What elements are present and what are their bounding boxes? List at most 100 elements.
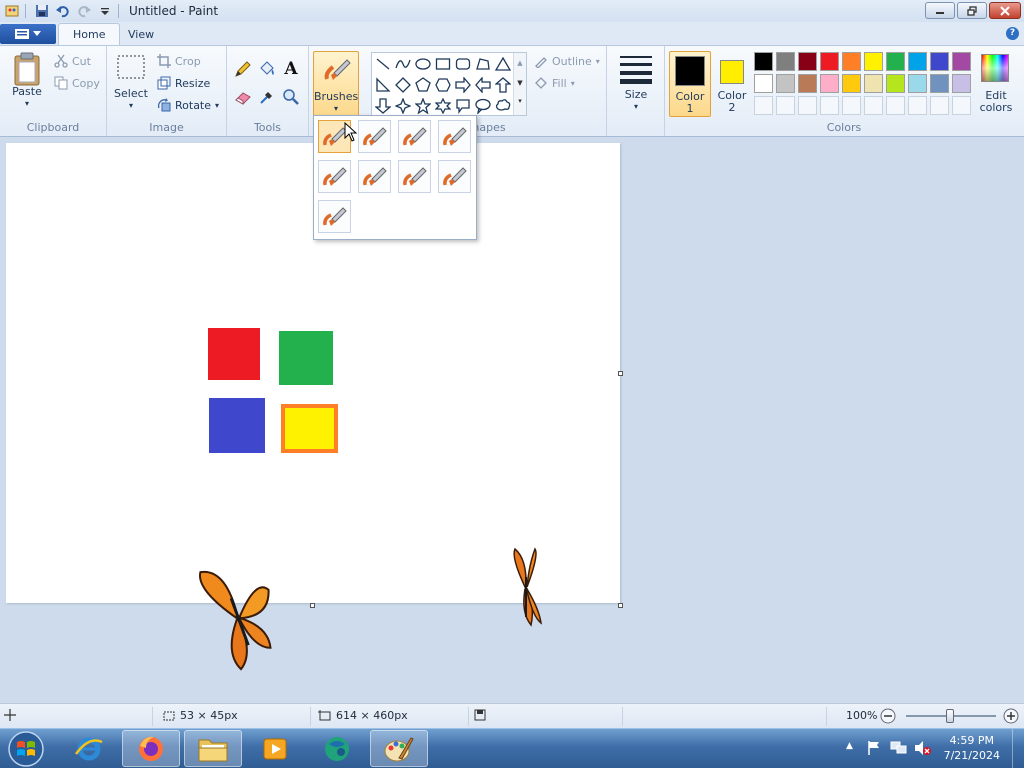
palette-swatch[interactable] [908,52,927,71]
palette-swatch[interactable] [864,74,883,93]
save-icon[interactable] [33,2,51,20]
taskbar-clock[interactable]: 4:59 PM 7/21/2024 [944,733,1000,763]
expand-gallery-icon[interactable]: ▾ [514,93,526,109]
custom-color-slot[interactable] [930,96,949,115]
four-point-star-shape-icon[interactable] [393,96,412,115]
restore-button[interactable] [957,2,987,19]
redo-icon[interactable] [75,2,93,20]
palette-swatch[interactable] [864,52,883,71]
triangle-shape-icon[interactable] [493,54,512,73]
custom-color-slot[interactable] [886,96,905,115]
palette-swatch[interactable] [754,74,773,93]
palette-swatch[interactable] [754,52,773,71]
undo-icon[interactable] [54,2,72,20]
cut-button[interactable]: Cut [54,54,91,68]
show-hidden-icons-icon[interactable]: ▲ [846,741,853,751]
brush-option[interactable] [358,160,391,193]
palette-swatch[interactable] [798,74,817,93]
size-button[interactable]: Size ▾ [618,54,654,113]
resize-button[interactable]: Resize [157,76,210,90]
brushes-button[interactable]: Brushes ▾ [313,51,359,117]
taskbar-firefox[interactable] [122,730,180,767]
diamond-shape-icon[interactable] [393,75,412,94]
custom-color-slot[interactable] [952,96,971,115]
rectangle-shape-icon[interactable] [433,54,452,73]
rounded-callout-shape-icon[interactable] [453,96,472,115]
paint-menu-button[interactable] [0,24,56,44]
brush-option[interactable] [398,120,431,153]
palette-swatch[interactable] [930,74,949,93]
close-button[interactable] [989,2,1021,19]
color2-button[interactable]: Color 2 [715,51,749,117]
palette-swatch[interactable] [798,52,817,71]
taskbar-media-player[interactable] [246,730,304,767]
shapes-scrollbar[interactable]: ▲ ▼ ▾ [513,53,526,115]
outline-button[interactable]: Outline ▾ [534,54,600,68]
five-point-star-shape-icon[interactable] [413,96,432,115]
palette-swatch[interactable] [776,52,795,71]
palette-swatch[interactable] [820,52,839,71]
color-picker-icon[interactable] [256,86,278,108]
scroll-up-icon[interactable]: ▲ [514,53,526,73]
custom-color-slot[interactable] [842,96,861,115]
action-center-flag-icon[interactable] [866,740,882,759]
custom-color-slot[interactable] [754,96,773,115]
palette-swatch[interactable] [952,74,971,93]
oval-shape-icon[interactable] [413,54,432,73]
zoom-slider-thumb[interactable] [946,709,954,723]
taskbar-internet-explorer[interactable] [60,730,118,767]
eraser-icon[interactable] [232,86,254,108]
resize-handle-bottom[interactable] [310,603,315,608]
palette-swatch[interactable] [930,52,949,71]
zoom-in-button[interactable] [1003,708,1019,724]
zoom-out-button[interactable] [880,708,896,724]
palette-swatch[interactable] [842,74,861,93]
resize-handle-corner[interactable] [618,603,623,608]
palette-swatch[interactable] [952,52,971,71]
start-button[interactable] [6,730,46,768]
curve-shape-icon[interactable] [393,54,412,73]
taskbar-app[interactable] [308,730,366,767]
tab-home[interactable]: Home [58,23,121,45]
help-icon[interactable]: ? [1006,27,1019,40]
pentagon-shape-icon[interactable] [413,75,432,94]
palette-swatch[interactable] [886,52,905,71]
brush-option[interactable] [398,160,431,193]
rotate-button[interactable]: Rotate ▾ [157,98,219,112]
custom-color-slot[interactable] [776,96,795,115]
down-arrow-shape-icon[interactable] [373,96,392,115]
brush-option[interactable] [358,120,391,153]
brush-option[interactable] [318,160,351,193]
palette-swatch[interactable] [886,74,905,93]
oval-callout-shape-icon[interactable] [473,96,492,115]
copy-button[interactable]: Copy [54,76,100,90]
custom-color-slot[interactable] [864,96,883,115]
minimize-button[interactable] [925,2,955,19]
magnifier-icon[interactable] [280,86,302,108]
paint-app-icon[interactable] [3,2,21,20]
color1-button[interactable]: Color 1 [669,51,711,117]
hexagon-shape-icon[interactable] [433,75,452,94]
brush-option[interactable] [318,200,351,233]
fill-button[interactable]: Fill ▾ [534,76,575,90]
crop-button[interactable]: Crop [157,54,201,68]
palette-swatch[interactable] [842,52,861,71]
left-arrow-shape-icon[interactable] [473,75,492,94]
polygon-shape-icon[interactable] [473,54,492,73]
customize-quick-access-icon[interactable] [96,2,114,20]
taskbar-file-explorer[interactable] [184,730,242,767]
show-desktop-button[interactable] [1012,729,1024,768]
right-arrow-shape-icon[interactable] [453,75,472,94]
fill-bucket-icon[interactable] [256,58,278,80]
edit-colors-button[interactable]: Edit colors [976,52,1016,118]
line-shape-icon[interactable] [373,54,392,73]
rounded-rectangle-shape-icon[interactable] [453,54,472,73]
paste-button[interactable]: Paste ▾ [8,52,46,110]
right-triangle-shape-icon[interactable] [373,75,392,94]
tab-view[interactable]: View [114,23,168,45]
brush-option[interactable] [438,120,471,153]
palette-swatch[interactable] [908,74,927,93]
network-icon[interactable] [890,740,908,759]
text-tool-icon[interactable]: A [280,58,302,80]
up-arrow-shape-icon[interactable] [493,75,512,94]
